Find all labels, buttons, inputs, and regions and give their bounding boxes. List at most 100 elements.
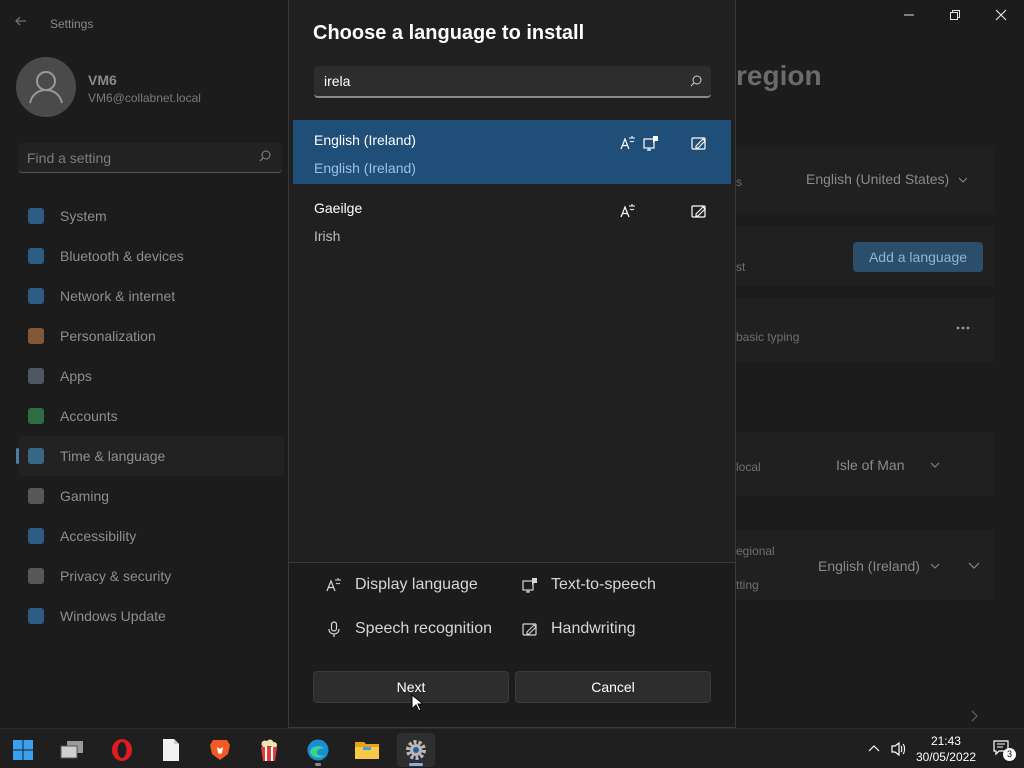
close-icon [995, 9, 1007, 21]
sidebar-item-network-internet[interactable]: Network & internet [18, 276, 284, 316]
start-button[interactable] [4, 733, 42, 767]
task-view-button[interactable] [53, 733, 91, 767]
file-explorer-button[interactable] [348, 733, 386, 767]
display-language-icon [620, 204, 635, 218]
notification-button[interactable]: 3 [992, 739, 1016, 761]
opera-icon [112, 739, 132, 761]
system-tray [868, 729, 908, 768]
monitor-icon [28, 208, 44, 224]
app-title: Settings [50, 17, 94, 31]
back-button[interactable] [14, 14, 34, 34]
mouse-cursor-icon [411, 694, 423, 712]
maximize-button[interactable] [940, 8, 970, 28]
sidebar-item-accessibility[interactable]: Accessibility [18, 516, 284, 556]
dialog-title: Choose a language to install [313, 22, 585, 44]
settings-icon [406, 740, 426, 760]
sidebar-item-label: Windows Update [60, 608, 166, 624]
close-button[interactable] [986, 8, 1016, 28]
language-entry-card: basic typing [736, 298, 994, 362]
sidebar-item-gaming[interactable]: Gaming [18, 476, 284, 516]
chevron-right-icon[interactable] [970, 710, 978, 722]
regional-format-card: egional tting English (Ireland) [736, 530, 994, 600]
legend-display-language: Display language [325, 576, 478, 594]
language-subtitle: Irish [314, 228, 341, 244]
settings-taskbar-button[interactable] [397, 733, 435, 767]
profile-email: VM6@collabnet.local [88, 91, 201, 105]
microphone-icon [328, 621, 340, 637]
sidebar-item-label: Time & language [60, 448, 166, 464]
find-setting-placeholder: Find a setting [27, 150, 112, 166]
opera-button[interactable] [103, 733, 141, 767]
sidebar-item-label: Accounts [60, 408, 118, 424]
sidebar-item-privacy-security[interactable]: Privacy & security [18, 556, 284, 596]
notepad-icon [163, 739, 179, 761]
country-region-card: local Isle of Man [736, 432, 994, 496]
globe-clock-icon [28, 448, 44, 464]
language-item-english-ireland[interactable]: English (Ireland) English (Ireland) [293, 120, 731, 184]
edge-button[interactable] [299, 733, 337, 767]
expand-chevron-icon[interactable] [968, 560, 980, 570]
sidebar-item-label: Gaming [60, 488, 110, 504]
taskbar-clock[interactable]: 21:43 30/05/2022 [916, 733, 976, 765]
search-icon [259, 150, 271, 162]
cancel-button[interactable]: Cancel [515, 671, 711, 703]
sidebar-item-system[interactable]: System [18, 196, 284, 236]
sidebar-item-time-language[interactable]: Time & language [16, 436, 284, 476]
sidebar-item-windows-update[interactable]: Windows Update [18, 596, 284, 636]
language-name: Gaeilge [314, 200, 363, 216]
brave-button[interactable] [201, 733, 239, 767]
display-language-label: s [736, 175, 742, 189]
sidebar-item-accounts[interactable]: Accounts [18, 396, 284, 436]
language-item-gaeilge[interactable]: Gaeilge Irish [293, 188, 731, 252]
search-icon[interactable] [689, 74, 703, 88]
country-region-label: local [736, 460, 761, 474]
sidebar-item-personalization[interactable]: Personalization [18, 316, 284, 356]
language-name: English (Ireland) [314, 132, 416, 148]
regional-format-select[interactable]: English (Ireland) [818, 558, 920, 574]
file-explorer-icon [355, 742, 379, 759]
update-icon [28, 608, 44, 624]
handwriting-icon [691, 205, 706, 218]
clock-date: 30/05/2022 [915, 750, 976, 764]
notepad-button[interactable] [152, 733, 190, 767]
country-region-select[interactable]: Isle of Man [836, 457, 904, 473]
bluetooth-icon [28, 248, 44, 264]
add-language-button[interactable]: Add a language [853, 242, 983, 272]
chevron-down-icon [930, 462, 940, 468]
language-search-box[interactable] [314, 66, 711, 98]
notification-badge: 3 [1003, 748, 1016, 761]
sidebar-item-label: Apps [60, 368, 92, 384]
brave-icon [210, 740, 230, 760]
restore-icon [950, 10, 960, 20]
taskbar: 21:43 30/05/2022 3 [0, 728, 1024, 768]
legend-label: Speech recognition [355, 620, 492, 637]
popcorn-button[interactable] [250, 733, 288, 767]
preferred-languages-label: st [736, 260, 746, 274]
chevron-up-icon[interactable] [868, 745, 880, 753]
clock-time: 21:43 [930, 734, 961, 748]
start-icon [13, 740, 33, 760]
language-search-input[interactable] [314, 66, 674, 96]
chevron-down-icon [930, 563, 940, 569]
volume-icon[interactable] [890, 741, 908, 757]
person-icon [28, 408, 44, 424]
sidebar-item-label: Privacy & security [60, 568, 172, 584]
find-setting-input[interactable]: Find a setting [18, 143, 282, 173]
popcorn-icon [261, 739, 277, 761]
page-title: region [736, 60, 822, 91]
back-arrow-icon [15, 16, 26, 26]
avatar[interactable] [16, 57, 76, 117]
edge-icon [307, 739, 329, 761]
accessibility-icon [28, 528, 44, 544]
sidebar-item-bluetooth-devices[interactable]: Bluetooth & devices [18, 236, 284, 276]
sidebar-item-apps[interactable]: Apps [18, 356, 284, 396]
more-options-icon[interactable] [956, 326, 970, 330]
chevron-down-icon [958, 177, 968, 183]
display-language-select[interactable]: English (United States) [806, 171, 949, 187]
minimize-button[interactable] [894, 8, 924, 28]
display-language-icon [326, 578, 341, 592]
language-list: English (Ireland) English (Ireland) Gaei… [293, 120, 731, 560]
minimize-icon [904, 14, 914, 16]
legend-label: Display language [355, 576, 478, 593]
gamepad-icon [28, 488, 44, 504]
